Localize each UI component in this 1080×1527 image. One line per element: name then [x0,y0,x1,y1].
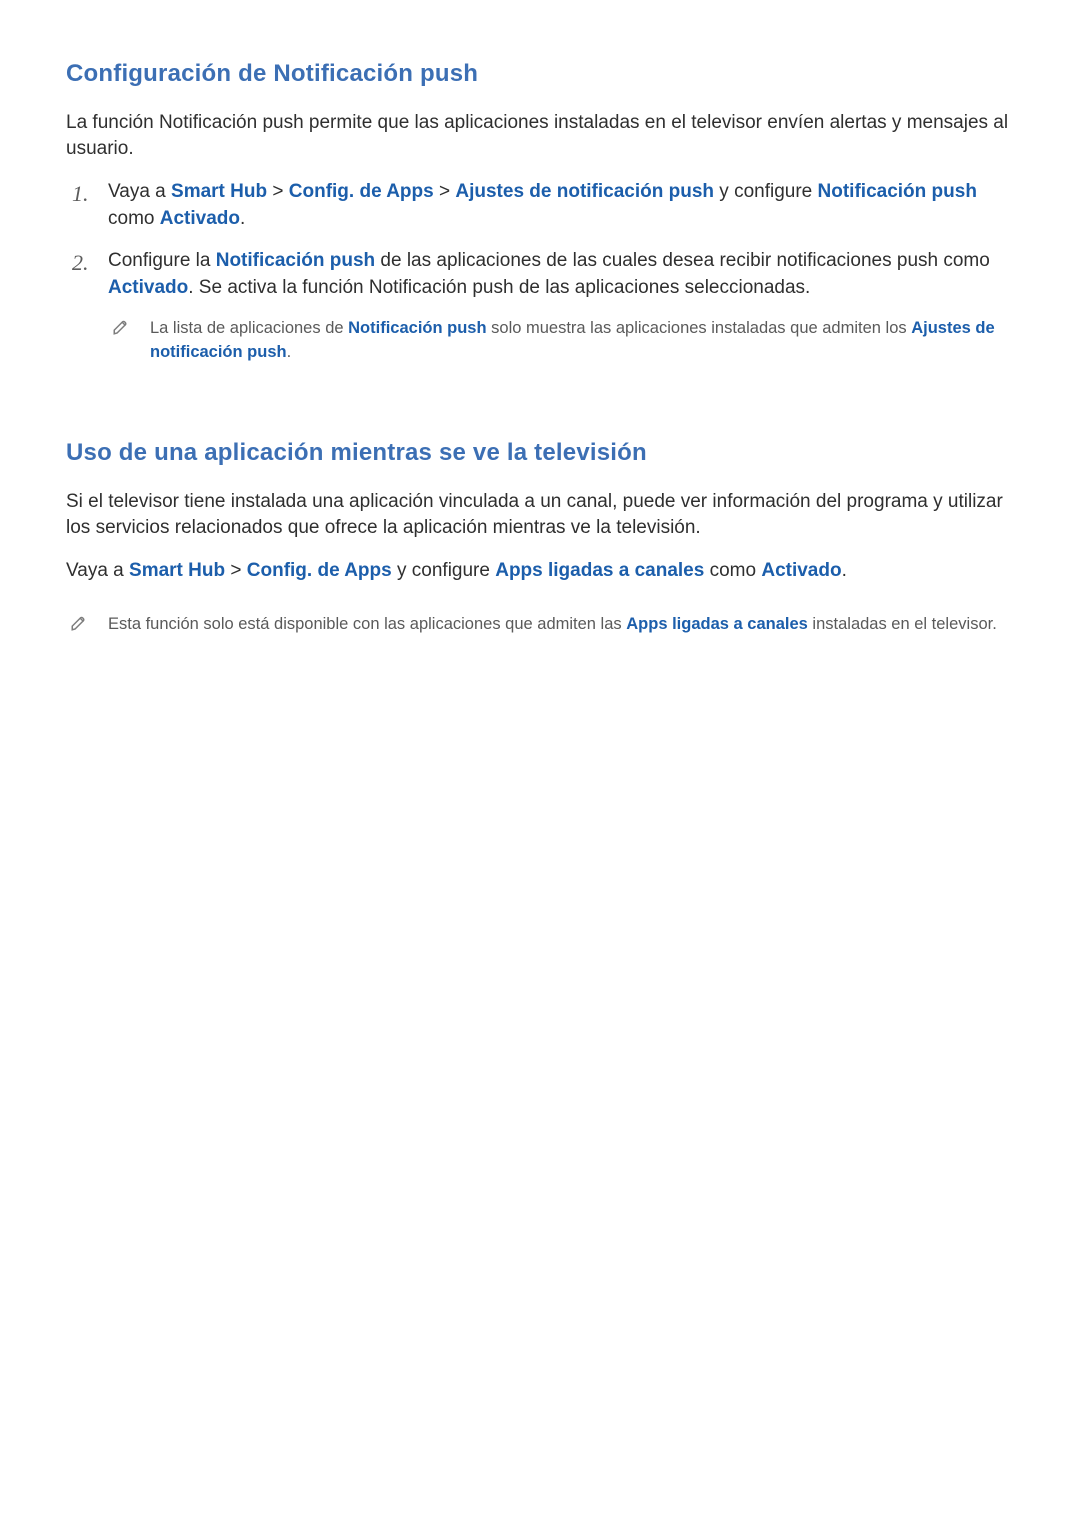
step-1: Vaya a Smart Hub > Config. de Apps > Aju… [66,179,1014,248]
pencil-icon [112,318,130,336]
sep: > [267,181,289,202]
text: Vaya a [66,560,129,581]
link-config-apps: Config. de Apps [247,560,392,581]
link-apps-ligadas: Apps ligadas a canales [626,615,808,633]
link-config-apps: Config. de Apps [289,181,434,202]
text: como [108,208,160,229]
text: La lista de aplicaciones de [150,319,348,337]
link-notif-push: Notificación push [348,319,486,337]
sep: > [225,560,247,581]
link-smart-hub: Smart Hub [171,181,267,202]
text: . [842,560,847,581]
link-apps-ligadas: Apps ligadas a canales [495,560,704,581]
pencil-icon [70,614,88,632]
page: Configuración de Notificación push La fu… [0,0,1080,1527]
section2-path: Vaya a Smart Hub > Config. de Apps y con… [66,558,1014,584]
sep: > [434,181,456,202]
link-smart-hub: Smart Hub [129,560,225,581]
text: y configure [714,181,818,202]
section1-heading: Configuración de Notificación push [66,60,1014,88]
text: . Se activa la función Notificación push… [188,277,810,298]
step-2: Configure la Notificación push de las ap… [66,248,1014,381]
section2-intro: Si el televisor tiene instalada una apli… [66,489,1014,540]
link-activado: Activado [761,560,841,581]
link-notif-push: Notificación push [818,181,977,202]
link-activado: Activado [160,208,240,229]
text: Vaya a [108,181,171,202]
text: solo muestra las aplicaciones instaladas… [487,319,912,337]
link-ajustes-push: Ajustes de notificación push [455,181,714,202]
text: Configure la [108,250,216,271]
text: instaladas en el televisor. [808,615,997,633]
text: de las aplicaciones de las cuales desea … [375,250,990,271]
text: Esta función solo está disponible con la… [108,615,626,633]
step2-note: La lista de aplicaciones de Notificación… [108,316,1014,366]
steps-list: Vaya a Smart Hub > Config. de Apps > Aju… [66,179,1014,381]
text: . [287,343,292,361]
section1-intro: La función Notificación push permite que… [66,110,1014,161]
section2-note: Esta función solo está disponible con la… [66,612,1014,637]
text: . [240,208,245,229]
link-notif-push: Notificación push [216,250,375,271]
text: como [704,560,761,581]
section2-heading: Uso de una aplicación mientras se ve la … [66,439,1014,467]
text: y configure [392,560,496,581]
link-activado: Activado [108,277,188,298]
